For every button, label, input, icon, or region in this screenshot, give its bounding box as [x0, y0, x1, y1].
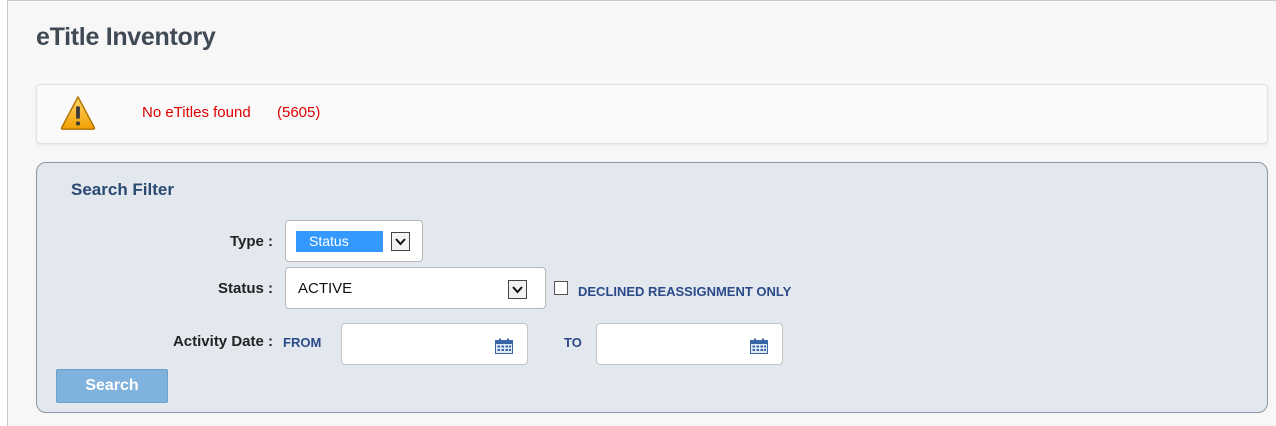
search-filter-panel: Search Filter Type : Status Status : ACT…	[36, 162, 1268, 413]
warning-icon	[60, 96, 96, 130]
from-date-input[interactable]	[341, 323, 528, 365]
status-select[interactable]: ACTIVE	[285, 267, 546, 309]
declined-reassignment-checkbox[interactable]	[554, 281, 568, 295]
page-title: eTitle Inventory	[36, 23, 216, 51]
type-selected-value: Status	[296, 231, 383, 252]
alert-message: No eTitles found	[142, 104, 251, 121]
alert-box: No eTitles found (5605)	[36, 84, 1268, 144]
chevron-down-icon[interactable]	[508, 280, 527, 299]
type-label: Type :	[229, 233, 273, 250]
search-button[interactable]: Search	[56, 369, 168, 403]
calendar-icon[interactable]	[750, 338, 768, 354]
to-date-input[interactable]	[596, 323, 783, 365]
status-selected-value: ACTIVE	[298, 280, 353, 297]
page-frame: eTitle Inventory No eTitles found (5605)…	[7, 0, 1276, 426]
to-label: TO	[564, 335, 582, 350]
alert-code: (5605)	[277, 104, 321, 121]
type-select[interactable]: Status	[285, 220, 423, 262]
status-label: Status :	[217, 280, 273, 297]
calendar-icon[interactable]	[495, 338, 513, 354]
chevron-down-icon[interactable]	[391, 232, 410, 251]
declined-reassignment-label: DECLINED REASSIGNMENT ONLY	[578, 284, 792, 299]
from-label: FROM	[283, 335, 322, 350]
activity-date-label: Activity Date :	[172, 333, 273, 350]
filter-title: Search Filter	[71, 180, 174, 199]
